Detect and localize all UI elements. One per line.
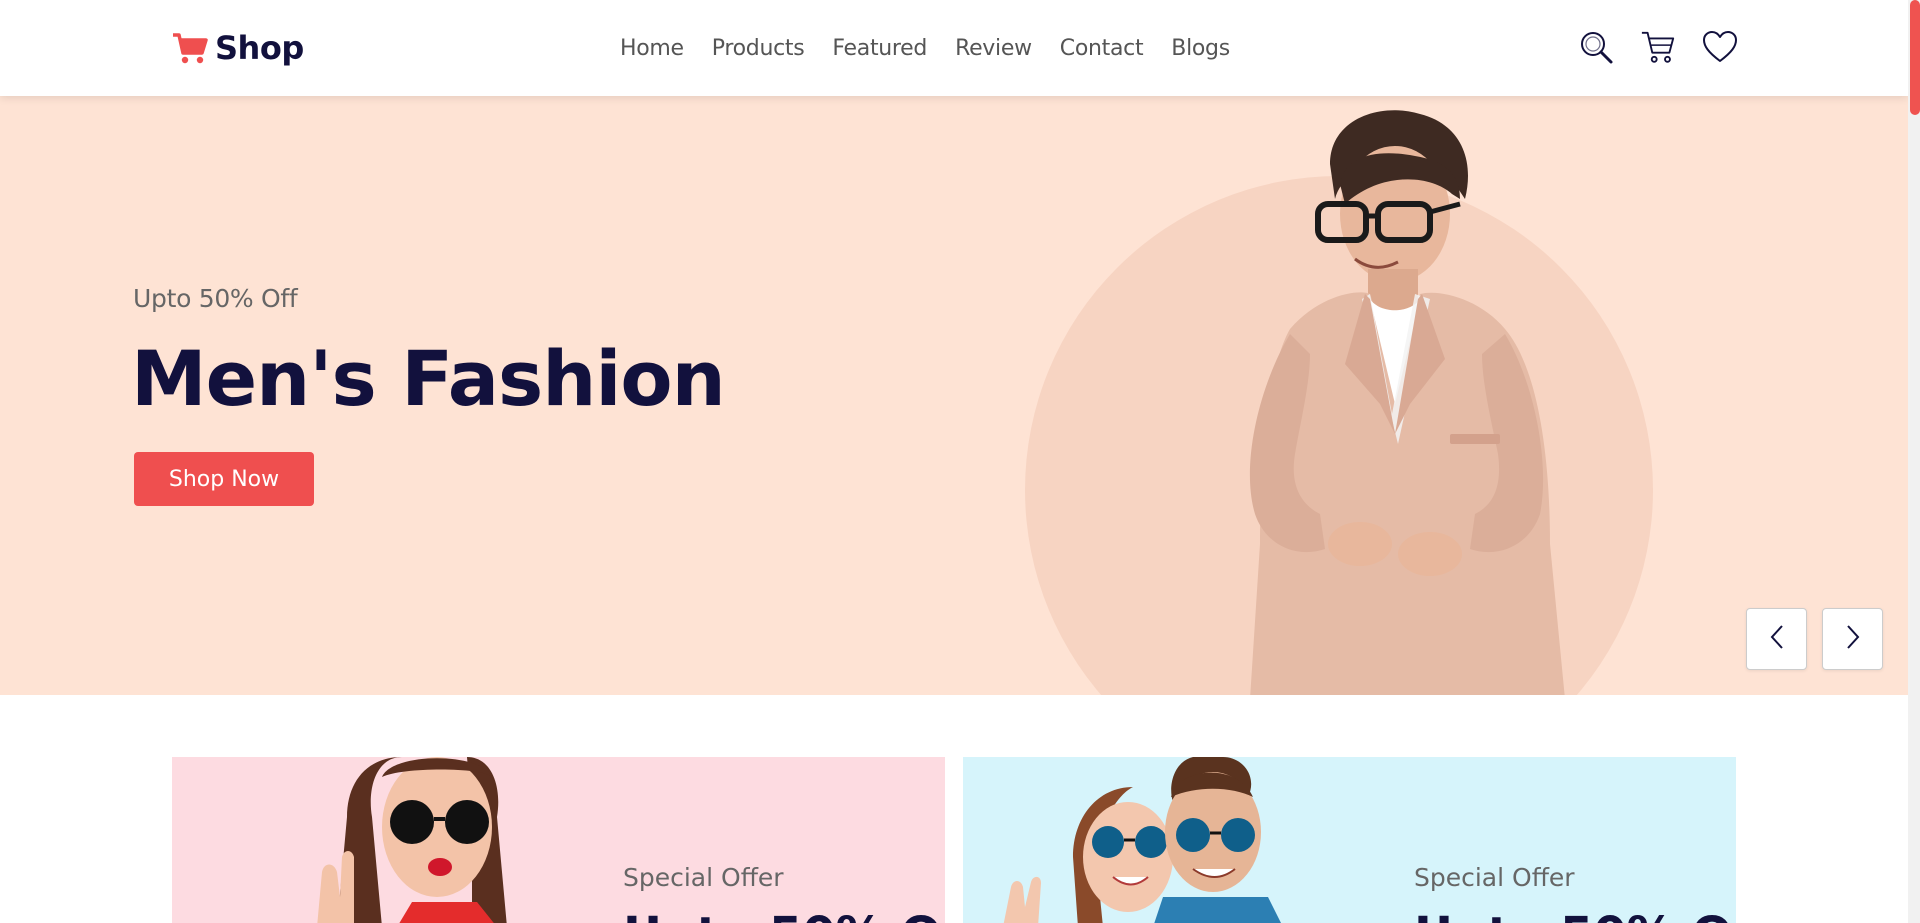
page: Shop Home Products Featured Review Conta…	[0, 0, 1920, 923]
heart-icon[interactable]	[1702, 28, 1738, 66]
nav-review[interactable]: Review	[955, 36, 1032, 61]
chevron-right-icon	[1843, 624, 1863, 654]
promo-subtitle: Special Offer	[623, 863, 784, 892]
hero-model-image	[1130, 104, 1610, 695]
promo-title: Upto 50% Off	[1414, 907, 1736, 923]
shop-now-button[interactable]: Shop Now	[134, 452, 314, 506]
nav-contact[interactable]: Contact	[1060, 36, 1144, 61]
nav-home[interactable]: Home	[620, 36, 684, 61]
hero-banner: Upto 50% Off Men's Fashion Shop Now	[0, 96, 1908, 695]
chevron-left-icon	[1767, 624, 1787, 654]
search-icon[interactable]	[1578, 28, 1614, 66]
nav-blogs[interactable]: Blogs	[1171, 36, 1230, 61]
scrollbar-thumb[interactable]	[1910, 0, 1920, 115]
promo-model-image	[282, 757, 582, 923]
page-scrollbar[interactable]	[1908, 0, 1920, 923]
logo[interactable]: Shop	[171, 26, 304, 70]
cart-logo-icon	[171, 31, 209, 65]
site-header: Shop Home Products Featured Review Conta…	[0, 0, 1908, 96]
cart-icon[interactable]	[1640, 28, 1676, 66]
promo-model-image	[983, 757, 1303, 923]
promo-card-women[interactable]: Special Offer Upto 50% Off	[172, 757, 945, 923]
promo-subtitle: Special Offer	[1414, 863, 1575, 892]
hero-subtitle: Upto 50% Off	[133, 284, 298, 313]
header-icons	[1578, 28, 1738, 66]
main-nav: Home Products Featured Review Contact Bl…	[620, 30, 1230, 66]
promo-card-couple[interactable]: Special Offer Upto 50% Off	[963, 757, 1736, 923]
nav-featured[interactable]: Featured	[832, 36, 927, 61]
nav-products[interactable]: Products	[712, 36, 805, 61]
hero-title: Men's Fashion	[131, 334, 726, 423]
promo-title: Upto 50% Off	[623, 907, 945, 923]
carousel-next-button[interactable]	[1822, 608, 1883, 670]
logo-text: Shop	[215, 29, 304, 67]
carousel-prev-button[interactable]	[1746, 608, 1807, 670]
